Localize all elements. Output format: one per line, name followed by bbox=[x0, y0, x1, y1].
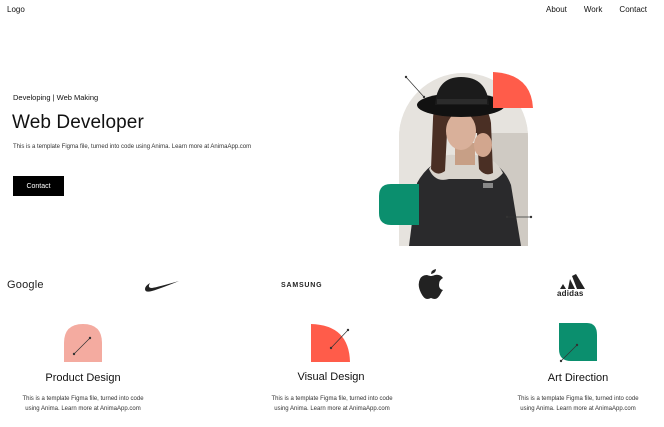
service-description-line: This is a template Figma file, turned in… bbox=[517, 396, 639, 402]
hero-title: Web Developer bbox=[12, 112, 144, 133]
service-description-line: using Anima. Learn more at AnimaApp.com bbox=[25, 406, 141, 412]
google-logo: Google bbox=[7, 279, 44, 291]
deco-line-icon bbox=[505, 215, 533, 219]
adidas-logo: adidas bbox=[557, 289, 584, 298]
nike-swoosh-icon bbox=[145, 281, 179, 292]
product-design-icon bbox=[64, 324, 102, 362]
hero-illustration bbox=[378, 72, 538, 248]
service-description: This is a template Figma file, turned in… bbox=[252, 394, 412, 414]
deco-line-icon bbox=[404, 75, 426, 99]
service-description: This is a template Figma file, turned in… bbox=[498, 394, 658, 414]
nav-about[interactable]: About bbox=[546, 5, 567, 14]
green-leaf-shape bbox=[379, 184, 419, 225]
nav-contact[interactable]: Contact bbox=[619, 5, 647, 14]
service-description-line: This is a template Figma file, turned in… bbox=[22, 396, 144, 402]
adidas-stripes-icon bbox=[560, 274, 585, 289]
art-direction-icon bbox=[559, 323, 597, 363]
samsung-logo: SAMSUNG bbox=[281, 282, 323, 289]
hero-subtitle: Developing | Web Making bbox=[13, 93, 99, 102]
service-title: Visual Design bbox=[297, 371, 365, 383]
orange-quarter-shape bbox=[493, 72, 533, 108]
hero-description: This is a template Figma file, turned in… bbox=[13, 144, 252, 150]
main-nav: About Work Contact bbox=[546, 5, 647, 14]
service-description-line: This is a template Figma file, turned in… bbox=[271, 396, 393, 402]
contact-button[interactable]: Contact bbox=[13, 176, 64, 196]
visual-design-icon bbox=[311, 324, 350, 362]
service-description-line: using Anima. Learn more at AnimaApp.com bbox=[520, 406, 636, 412]
service-title: Product Design bbox=[45, 372, 121, 384]
service-description-line: using Anima. Learn more at AnimaApp.com bbox=[274, 406, 390, 412]
logo[interactable]: Logo bbox=[7, 5, 25, 14]
nav-work[interactable]: Work bbox=[584, 5, 603, 14]
apple-icon bbox=[418, 269, 443, 299]
service-title: Art Direction bbox=[547, 372, 609, 384]
service-description: This is a template Figma file, turned in… bbox=[3, 394, 163, 414]
